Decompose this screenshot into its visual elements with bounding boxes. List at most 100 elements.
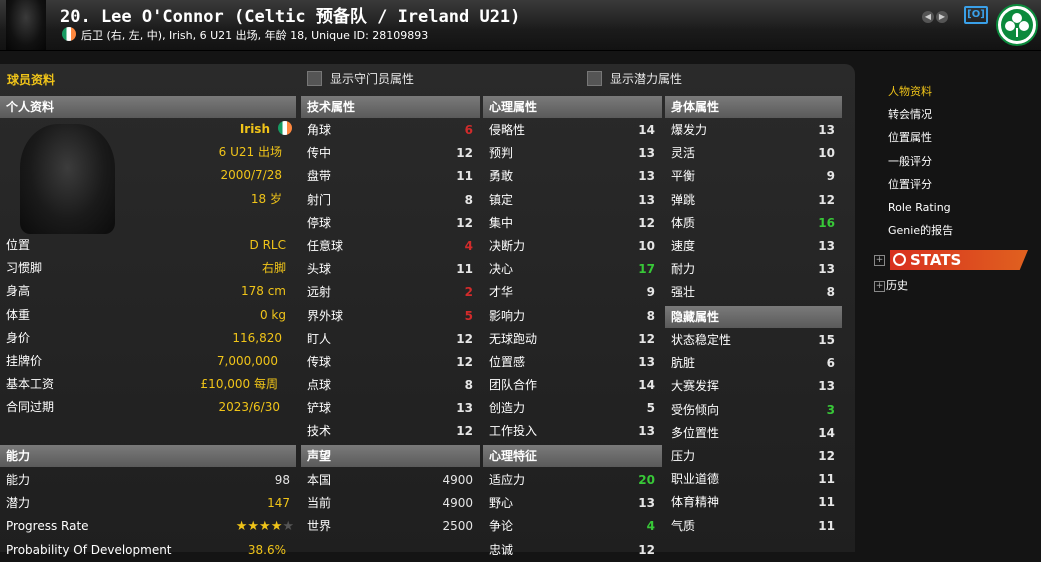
expand-icon[interactable]: + [874, 255, 885, 266]
mental-attribute-value: 13 [638, 424, 655, 439]
expand-icon[interactable]: + [874, 281, 885, 292]
trait-value: 4 [646, 519, 655, 534]
mental-attribute-row: 预判 13 [483, 142, 661, 165]
mental-attribute-label: 位置感 [489, 354, 526, 369]
show-goalkeeper-attributes-label: 显示守门员属性 [330, 72, 415, 86]
personal-row-label: 习惯脚 [6, 261, 43, 276]
mental-attribute-row: 决断力 10 [483, 235, 661, 258]
technical-attribute-value: 12 [456, 215, 473, 230]
history-label: 历史 [886, 279, 908, 292]
mental-attribute-value: 14 [638, 378, 655, 393]
technical-attribute-label: 射门 [307, 192, 332, 207]
dob-row: 2000/7/28 [120, 164, 292, 187]
hidden-attribute-label: 状态稳定性 [671, 333, 732, 347]
physical-attribute-label: 体质 [671, 215, 696, 230]
sidebar-item-stats[interactable]: + STATS [872, 250, 1028, 270]
personal-row: 挂牌价 7,000,000 [0, 350, 292, 373]
next-arrow-icon[interactable]: ▶ [936, 11, 948, 23]
player-title: 20. Lee O'Connor (Celtic 预备队 / Ireland U… [60, 7, 521, 27]
personal-row-value: 178 cm [240, 284, 286, 299]
technical-attribute-row: 停球 12 [301, 212, 479, 235]
technical-attribute-row: 盘带 11 [301, 165, 479, 188]
physical-attribute-value: 16 [818, 215, 835, 230]
technical-attribute-row: 任意球 4 [301, 235, 479, 258]
previous-arrow-icon[interactable]: ◀ [922, 11, 934, 23]
mental-attribute-label: 创造力 [489, 401, 526, 416]
personal-row-label: 身价 [6, 330, 31, 345]
sidebar-item-position-rating[interactable]: 位置评分 [868, 173, 1041, 196]
player-thumbnail [6, 0, 46, 50]
hidden-attribute-label: 压力 [671, 448, 696, 463]
dob-value: 2000/7/28 [220, 168, 282, 183]
section-personal: 个人资料 [0, 96, 296, 118]
ability-row-label: 潜力 [6, 496, 31, 511]
star-icon: ★ [282, 519, 294, 535]
hidden-attribute-value: 11 [818, 472, 835, 487]
hidden-attribute-value: 13 [818, 379, 835, 394]
show-goalkeeper-attributes-toggle[interactable]: 显示守门员属性 [307, 70, 414, 87]
hidden-attribute-value: 14 [818, 425, 835, 440]
technical-attribute-value: 12 [456, 424, 473, 439]
personal-row-value: 0 kg [259, 307, 286, 322]
technical-attribute-value: 12 [456, 354, 473, 369]
mental-attribute-row: 位置感 13 [483, 351, 661, 374]
sidebar-item-positions[interactable]: 位置属性 [868, 126, 1041, 149]
sidebar-item-history[interactable]: + 历史 [872, 274, 908, 297]
personal-row: 体重 0 kg [0, 304, 292, 327]
hidden-attribute-row: 职业道德 11 [665, 468, 841, 491]
show-potential-attributes-toggle[interactable]: 显示潜力属性 [587, 70, 682, 87]
reputation-list: 本国 4900 当前 4900 世界 2500 [301, 469, 479, 539]
mental-attribute-label: 集中 [489, 215, 514, 230]
physical-attribute-row: 强壮 8 [665, 281, 841, 304]
show-potential-attributes-checkbox[interactable] [587, 71, 602, 86]
sidebar-item-genie-report[interactable]: Genie的报告 [868, 219, 1041, 242]
hidden-attribute-value: 3 [826, 402, 835, 417]
section-reputation: 声望 [301, 445, 480, 467]
physical-attribute-label: 耐力 [671, 262, 696, 277]
star-icon: ★ [259, 519, 271, 535]
mental-attribute-label: 决断力 [489, 238, 526, 253]
mental-attribute-value: 8 [646, 308, 655, 323]
ireland-flag-icon [278, 121, 292, 135]
mental-attribute-label: 无球跑动 [489, 331, 538, 346]
sidebar-item-general-rating[interactable]: 一般评分 [868, 150, 1041, 173]
mental-attribute-value: 17 [638, 262, 655, 277]
physical-attribute-row: 爆发力 13 [665, 119, 841, 142]
hidden-attribute-row: 状态稳定性 15 [665, 329, 841, 352]
personal-row-label: 身高 [6, 284, 31, 299]
physical-attribute-value: 10 [818, 146, 835, 161]
mental-attribute-value: 13 [638, 169, 655, 184]
mental-attribute-label: 才华 [489, 285, 514, 300]
technical-attribute-value: 11 [456, 169, 473, 184]
reputation-label: 当前 [307, 496, 332, 511]
trait-row: 适应力 20 [483, 469, 661, 492]
hidden-attribute-row: 大赛发挥 13 [665, 375, 841, 398]
sidebar-item-profile[interactable]: 人物资料 [868, 80, 1041, 103]
ability-row: Progress Rate ★★★★★ [0, 515, 296, 538]
personal-row-label: 挂牌价 [6, 353, 43, 368]
age-value: 18 岁 [250, 191, 282, 206]
technical-attribute-value: 5 [464, 308, 473, 323]
sidebar-nav: 人物资料 转会情况 位置属性 一般评分 位置评分 Role Rating Gen… [868, 80, 1041, 292]
technical-attributes-list: 角球 6 传中 12 盘带 11 射门 8 停球 12 任意球 4 头球 11 远射 2 界外球 5 盯人 12 传球 1… [301, 119, 479, 444]
technical-attribute-label: 任意球 [307, 238, 344, 253]
mental-attribute-value: 10 [638, 238, 655, 253]
show-goalkeeper-attributes-checkbox[interactable] [307, 71, 322, 86]
sidebar-item-role-rating[interactable]: Role Rating [868, 196, 1041, 219]
mental-attribute-row: 勇敢 13 [483, 165, 661, 188]
technical-attribute-value: 12 [456, 331, 473, 346]
technical-attribute-row: 传中 12 [301, 142, 479, 165]
technical-attribute-label: 盘带 [307, 169, 332, 184]
ability-row-value: 38.6% [247, 542, 286, 557]
mental-attribute-value: 14 [638, 123, 655, 137]
hidden-attribute-value: 11 [818, 495, 835, 510]
personal-row-label: 位置 [6, 238, 31, 252]
physical-attribute-label: 弹跳 [671, 192, 696, 207]
camera-icon[interactable]: [O] [964, 6, 988, 24]
sidebar-item-transfer[interactable]: 转会情况 [868, 103, 1041, 126]
trait-value: 20 [638, 473, 655, 487]
trait-value: 13 [638, 496, 655, 511]
physical-attribute-row: 平衡 9 [665, 165, 841, 188]
physical-attributes-list: 爆发力 13 灵活 10 平衡 9 弹跳 12 体质 16 速度 13 耐力 13 强壮 8 [665, 119, 841, 305]
section-mental: 心理属性 [483, 96, 662, 118]
